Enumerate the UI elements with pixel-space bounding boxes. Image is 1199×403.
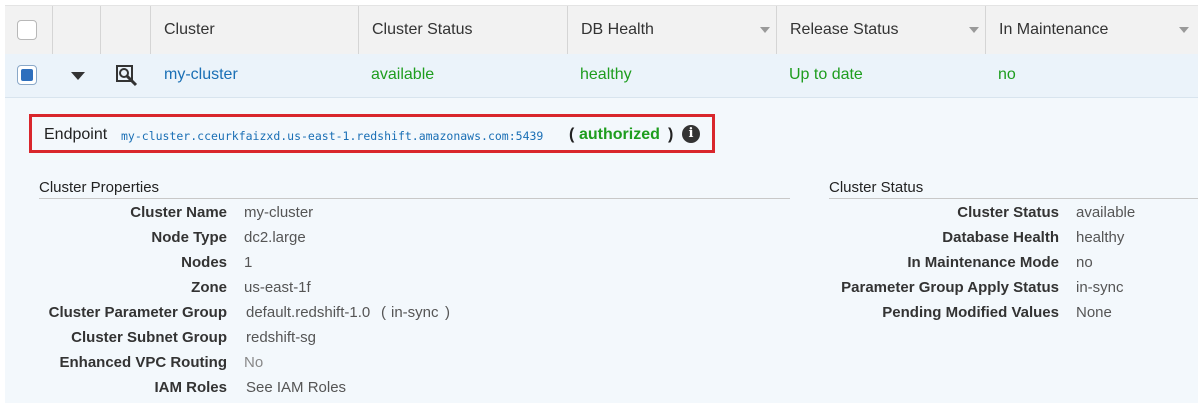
column-header-cluster-status[interactable]: Cluster Status [359, 6, 568, 54]
status-value-database-health: healthy [1076, 229, 1125, 246]
column-header-in-maintenance[interactable]: In Maintenance [986, 6, 1198, 54]
column-label-db-health: DB Health [581, 21, 654, 38]
column-label-release-status: Release Status [790, 21, 899, 38]
see-iam-roles-link[interactable]: See IAM Roles [246, 379, 346, 396]
sort-arrow-icon[interactable] [760, 27, 770, 33]
status-value-cluster-status: available [1076, 204, 1136, 221]
prop-value-node-type: dc2.large [244, 229, 306, 246]
status-label-database-health: Database Health [942, 229, 1059, 246]
prop-label-zone: Zone [191, 279, 227, 296]
prop-label-cluster-name: Cluster Name [130, 204, 227, 221]
endpoint-url[interactable]: my-cluster.cceurkfaizxd.us-east-1.redshi… [121, 129, 543, 143]
prop-label-enhanced-vpc-routing: Enhanced VPC Routing [59, 354, 227, 371]
prop-label-subnet-group: Cluster Subnet Group [71, 329, 227, 346]
endpoint-highlight: Endpoint my-cluster.cceurkfaizxd.us-east… [29, 114, 715, 153]
parameter-group-sync-status: in-sync [391, 304, 439, 321]
caret-down-icon[interactable] [71, 72, 85, 80]
cluster-status-title: Cluster Status [829, 179, 924, 196]
expand-header-cell [53, 6, 101, 54]
endpoint-close-paren: ) [668, 126, 674, 143]
cluster-properties-title: Cluster Properties [39, 179, 160, 196]
prop-value-cluster-name: my-cluster [244, 204, 314, 221]
in-maintenance-value: no [998, 66, 1016, 83]
column-header-release-status[interactable]: Release Status [777, 6, 986, 54]
table-row[interactable]: my-cluster available healthy Up to date … [5, 54, 1198, 98]
details-header-cell [101, 6, 151, 54]
column-label-cluster-status: Cluster Status [372, 21, 473, 38]
parameter-group-close-paren: ) [445, 304, 450, 321]
column-label-cluster: Cluster [164, 21, 215, 38]
prop-label-iam-roles: IAM Roles [154, 379, 227, 396]
prop-value-nodes: 1 [244, 254, 253, 271]
cluster-name-link[interactable]: my-cluster [164, 66, 238, 84]
subnet-group-link[interactable]: redshift-sg [246, 329, 316, 346]
prop-label-nodes: Nodes [181, 254, 227, 271]
prop-value-enhanced-vpc-routing: No [244, 354, 264, 371]
magnifier-icon[interactable] [116, 65, 138, 87]
section-divider [39, 198, 790, 199]
row-checkbox[interactable] [17, 65, 37, 85]
column-header-db-health[interactable]: DB Health [568, 6, 777, 54]
section-divider [829, 198, 1198, 199]
table-header: Cluster Cluster Status DB Health Release… [5, 5, 1198, 55]
endpoint-authorized-status: authorized [579, 126, 660, 143]
select-all-checkbox[interactable] [17, 20, 37, 40]
cluster-status-value: available [371, 66, 435, 83]
prop-label-node-type: Node Type [151, 229, 227, 246]
endpoint-label: Endpoint [44, 126, 108, 143]
db-health-value: healthy [580, 66, 632, 83]
status-value-pending-modified-values: None [1076, 304, 1112, 321]
select-all-cell [5, 6, 53, 54]
column-label-in-maintenance: In Maintenance [999, 21, 1109, 38]
status-value-parameter-group-apply: in-sync [1076, 279, 1124, 296]
release-status-value: Up to date [789, 66, 863, 83]
parameter-group-open-paren: ( [381, 304, 386, 321]
status-value-in-maintenance-mode: no [1076, 254, 1093, 271]
status-label-in-maintenance-mode: In Maintenance Mode [907, 254, 1059, 271]
status-label-parameter-group-apply: Parameter Group Apply Status [841, 279, 1059, 296]
prop-label-parameter-group: Cluster Parameter Group [48, 304, 227, 321]
sort-arrow-icon[interactable] [969, 27, 979, 33]
status-label-pending-modified-values: Pending Modified Values [882, 304, 1059, 321]
parameter-group-link[interactable]: default.redshift-1.0 [246, 304, 370, 321]
status-label-cluster-status: Cluster Status [957, 204, 1059, 221]
column-header-cluster[interactable]: Cluster [151, 6, 359, 54]
prop-value-zone: us-east-1f [244, 279, 311, 296]
info-icon[interactable]: i [682, 125, 700, 143]
sort-arrow-icon[interactable] [1179, 27, 1189, 33]
endpoint-open-paren: ( [569, 126, 575, 143]
